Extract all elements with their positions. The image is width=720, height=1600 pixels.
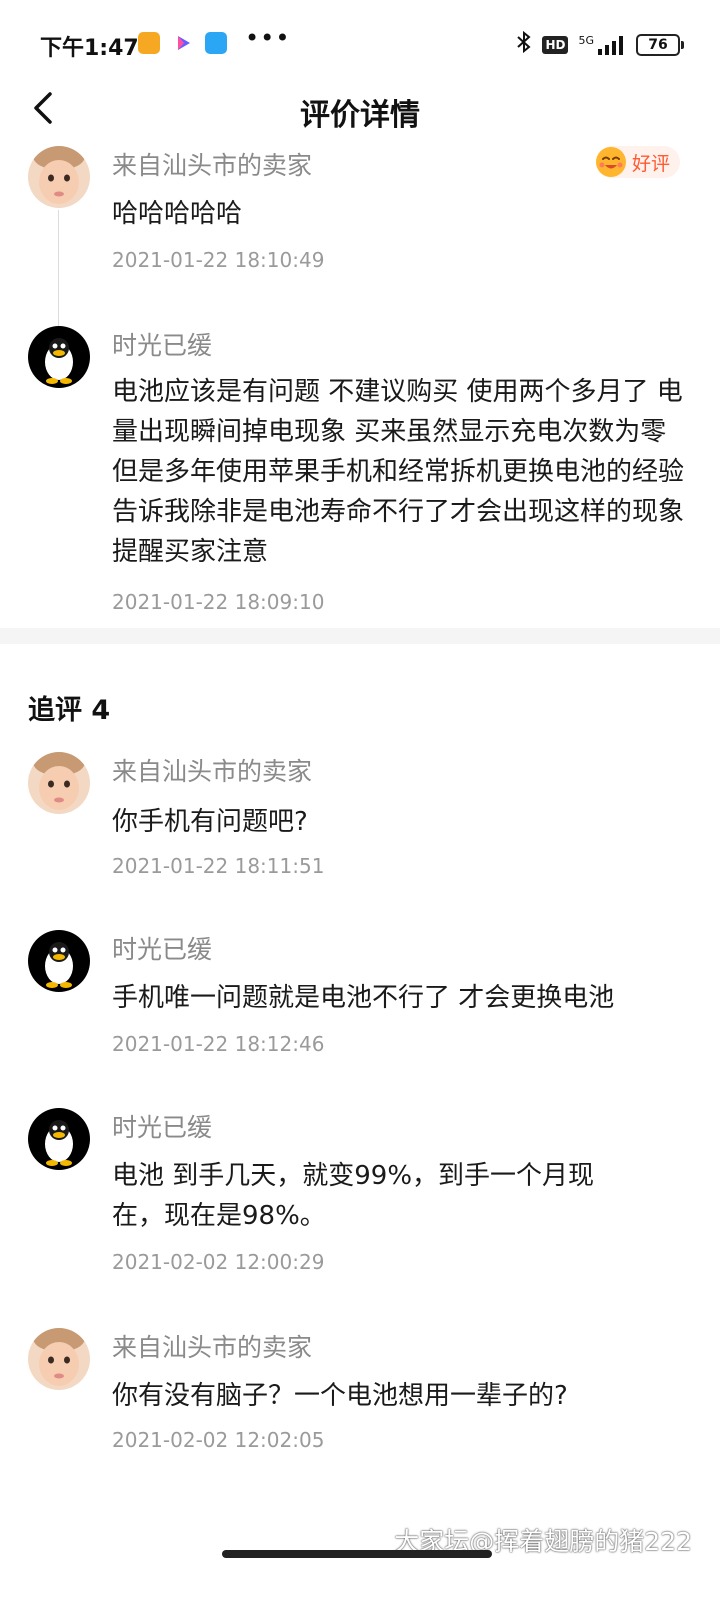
user-avatar[interactable] <box>28 1108 90 1170</box>
good-review-badge: 好评 <box>595 146 680 178</box>
status-time: 下午1:47 <box>40 36 139 61</box>
hd-icon: HD <box>542 36 569 54</box>
user-avatar[interactable] <box>28 930 90 992</box>
review-time: 2021-02-02 12:00:29 <box>112 1250 325 1274</box>
reviewer-name: 来自汕头市的卖家 <box>112 151 313 180</box>
review-time: 2021-01-22 18:12:46 <box>112 1032 325 1056</box>
review-content: 你手机有问题吧? <box>112 807 308 837</box>
video-app-icon <box>172 32 194 54</box>
smile-face-icon <box>595 147 626 177</box>
reviewer-name: 时光已缓 <box>112 935 213 964</box>
seller-avatar[interactable] <box>28 1328 90 1390</box>
header: 评价详情 <box>0 80 720 140</box>
review-content: 电池应该是有问题 不建议购买 使用两个多月了 电量出现瞬间掉电现象 买来虽然显示… <box>112 377 685 567</box>
reviewer-name: 时光已缓 <box>112 331 213 360</box>
review-content: 哈哈哈哈哈 <box>112 199 243 229</box>
review-time: 2021-01-22 18:11:51 <box>112 854 325 878</box>
home-indicator[interactable] <box>222 1550 492 1558</box>
thread-line <box>58 210 59 326</box>
seller-avatar[interactable] <box>28 752 90 814</box>
review-time: 2021-01-22 18:10:49 <box>112 248 325 272</box>
review-content: 手机唯一问题就是电池不行了 才会更换电池 <box>112 983 615 1013</box>
battery-icon: 76 <box>636 34 684 56</box>
review-content: 电池 到手几天，就变99%，到手一个月现在，现在是98%。 <box>112 1161 595 1231</box>
reviewer-name: 来自汕头市的卖家 <box>112 1333 313 1362</box>
review-time: 2021-02-02 12:02:05 <box>112 1428 325 1452</box>
page-title: 评价详情 <box>300 98 420 133</box>
follow-up-title: 追评 4 <box>28 695 111 726</box>
review-time: 2021-01-22 18:09:10 <box>112 590 325 614</box>
user-avatar[interactable] <box>28 326 90 388</box>
reviewer-name: 时光已缓 <box>112 1113 213 1142</box>
status-bar: 下午1:47 ••• HD 5G 76 <box>0 0 720 88</box>
section-divider <box>0 628 720 644</box>
reviewer-name: 来自汕头市的卖家 <box>112 757 313 786</box>
review-content: 你有没有脑子？一个电池想用一辈子的? <box>112 1381 568 1411</box>
signal-icon: 5G <box>578 34 626 56</box>
seller-avatar[interactable] <box>28 146 90 208</box>
bluetooth-icon <box>516 30 532 60</box>
badge-label: 好评 <box>631 152 670 175</box>
message-app-icon <box>138 32 160 54</box>
more-notifications-icon: ••• <box>245 24 291 52</box>
browser-app-icon <box>205 32 227 54</box>
